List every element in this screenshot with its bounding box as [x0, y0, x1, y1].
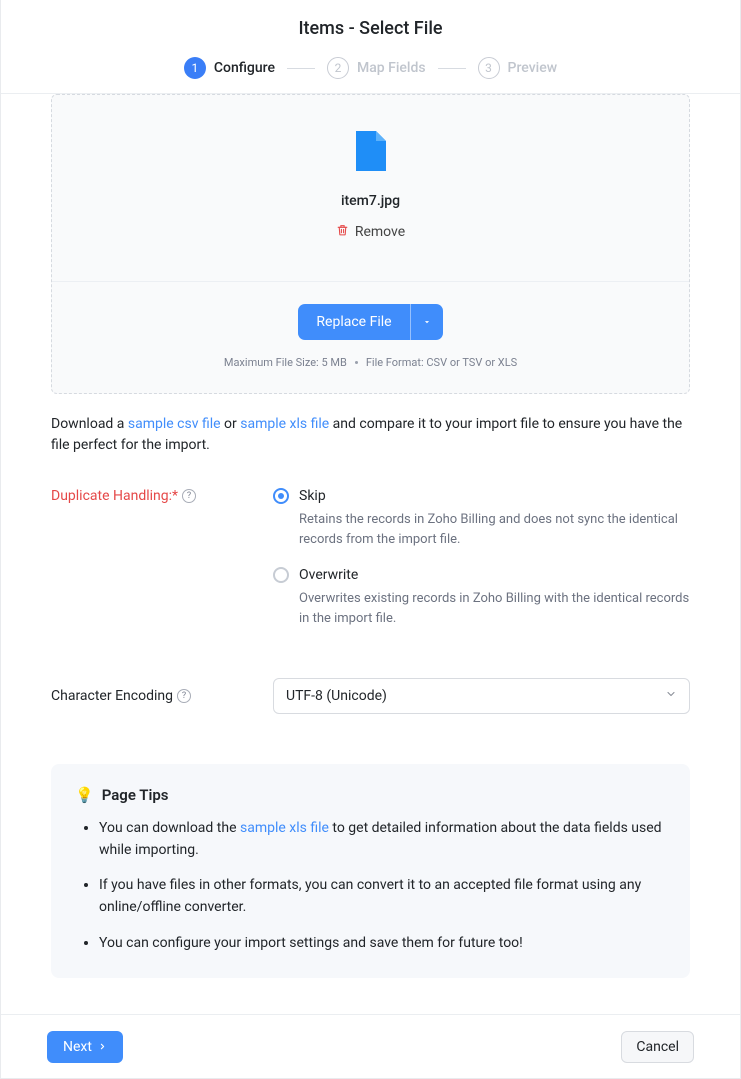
- radio-icon: [273, 567, 289, 583]
- step-2-badge: 2: [327, 57, 349, 79]
- step-1-badge: 1: [184, 57, 206, 79]
- replace-file-dropdown[interactable]: [410, 304, 443, 340]
- radio-overwrite-desc: Overwrites existing records in Zoho Bill…: [299, 589, 690, 628]
- radio-overwrite[interactable]: Overwrite: [273, 567, 690, 583]
- next-button[interactable]: Next: [47, 1031, 123, 1063]
- step-separator: [287, 68, 315, 69]
- tip-text: You can download the: [99, 820, 240, 836]
- page-tips-card: 💡 Page Tips You can download the sample …: [51, 764, 690, 978]
- file-drop-card: item7.jpg Remove Replace File: [51, 94, 690, 394]
- page-tips-heading: 💡 Page Tips: [75, 786, 666, 804]
- tip-item: If you have files in other formats, you …: [99, 875, 666, 918]
- sample-xls-link[interactable]: sample xls file: [240, 416, 329, 432]
- tip-sample-xls-link[interactable]: sample xls file: [240, 820, 329, 836]
- step-map-fields[interactable]: 2 Map Fields: [327, 57, 426, 79]
- step-separator: [438, 68, 466, 69]
- duplicate-handling-label-text: Duplicate Handling:*: [51, 488, 178, 504]
- footer: Next Cancel: [1, 1014, 740, 1078]
- radio-option-overwrite: Overwrite Overwrites existing records in…: [273, 567, 690, 628]
- replace-file-button[interactable]: Replace File: [298, 304, 409, 340]
- character-encoding-select[interactable]: UTF-8 (Unicode): [273, 678, 690, 714]
- file-hints: Maximum File Size: 5 MB File Format: CSV…: [72, 356, 669, 369]
- file-action-area: Replace File Maximum File Size: 5 MB Fil…: [52, 282, 689, 393]
- download-text-or: or: [221, 416, 241, 432]
- step-configure[interactable]: 1 Configure: [184, 57, 275, 79]
- remove-file-label: Remove: [355, 224, 405, 240]
- step-3-label: Preview: [508, 60, 558, 76]
- step-preview[interactable]: 3 Preview: [478, 57, 558, 79]
- content: item7.jpg Remove Replace File: [1, 94, 740, 1078]
- radio-skip-desc: Retains the records in Zoho Billing and …: [299, 510, 690, 549]
- hint-dot-separator: [355, 361, 358, 364]
- download-sample-line: Download a sample csv file or sample xls…: [51, 414, 690, 456]
- page-root: Items - Select File 1 Configure 2 Map Fi…: [0, 0, 741, 1079]
- step-2-label: Map Fields: [357, 60, 426, 76]
- sample-csv-link[interactable]: sample csv file: [128, 416, 221, 432]
- step-1-label: Configure: [214, 60, 275, 76]
- file-format-hint: File Format: CSV or TSV or XLS: [366, 356, 517, 369]
- page-tips-heading-text: Page Tips: [102, 786, 169, 804]
- stepper: 1 Configure 2 Map Fields 3 Preview: [21, 39, 720, 93]
- character-encoding-label: Character Encoding ?: [51, 688, 273, 704]
- character-encoding-label-text: Character Encoding: [51, 688, 173, 704]
- header: Items - Select File 1 Configure 2 Map Fi…: [1, 0, 740, 94]
- trash-icon: [336, 223, 349, 241]
- radio-skip-label: Skip: [299, 488, 326, 504]
- uploaded-file-name: item7.jpg: [72, 193, 669, 209]
- next-button-label: Next: [63, 1039, 92, 1055]
- radio-option-skip: Skip Retains the records in Zoho Billing…: [273, 488, 690, 549]
- help-icon[interactable]: ?: [177, 689, 191, 703]
- character-encoding-body: UTF-8 (Unicode): [273, 678, 690, 714]
- radio-overwrite-label: Overwrite: [299, 567, 358, 583]
- tip-item: You can configure your import settings a…: [99, 933, 666, 955]
- character-encoding-value: UTF-8 (Unicode): [286, 688, 387, 704]
- page-title: Items - Select File: [21, 18, 720, 39]
- page-tips-list: You can download the sample xls file to …: [75, 818, 666, 954]
- file-icon: [356, 131, 386, 175]
- download-text: Download a: [51, 416, 128, 432]
- step-3-badge: 3: [478, 57, 500, 79]
- tip-item: You can download the sample xls file to …: [99, 818, 666, 861]
- duplicate-handling-row: Duplicate Handling:* ? Skip Retains the …: [51, 488, 690, 646]
- replace-file-group: Replace File: [298, 304, 442, 340]
- cancel-button[interactable]: Cancel: [621, 1031, 694, 1063]
- chevron-down-icon: [665, 688, 677, 704]
- duplicate-handling-options: Skip Retains the records in Zoho Billing…: [273, 488, 690, 646]
- chevron-right-icon: [98, 1039, 107, 1055]
- radio-icon: [273, 488, 289, 504]
- remove-file-button[interactable]: Remove: [336, 223, 405, 241]
- radio-skip[interactable]: Skip: [273, 488, 690, 504]
- duplicate-handling-label: Duplicate Handling:* ?: [51, 488, 273, 504]
- max-file-size-hint: Maximum File Size: 5 MB: [224, 356, 347, 369]
- file-preview-area: item7.jpg Remove: [52, 95, 689, 282]
- bulb-icon: 💡: [75, 786, 94, 804]
- character-encoding-row: Character Encoding ? UTF-8 (Unicode): [51, 678, 690, 714]
- help-icon[interactable]: ?: [182, 489, 196, 503]
